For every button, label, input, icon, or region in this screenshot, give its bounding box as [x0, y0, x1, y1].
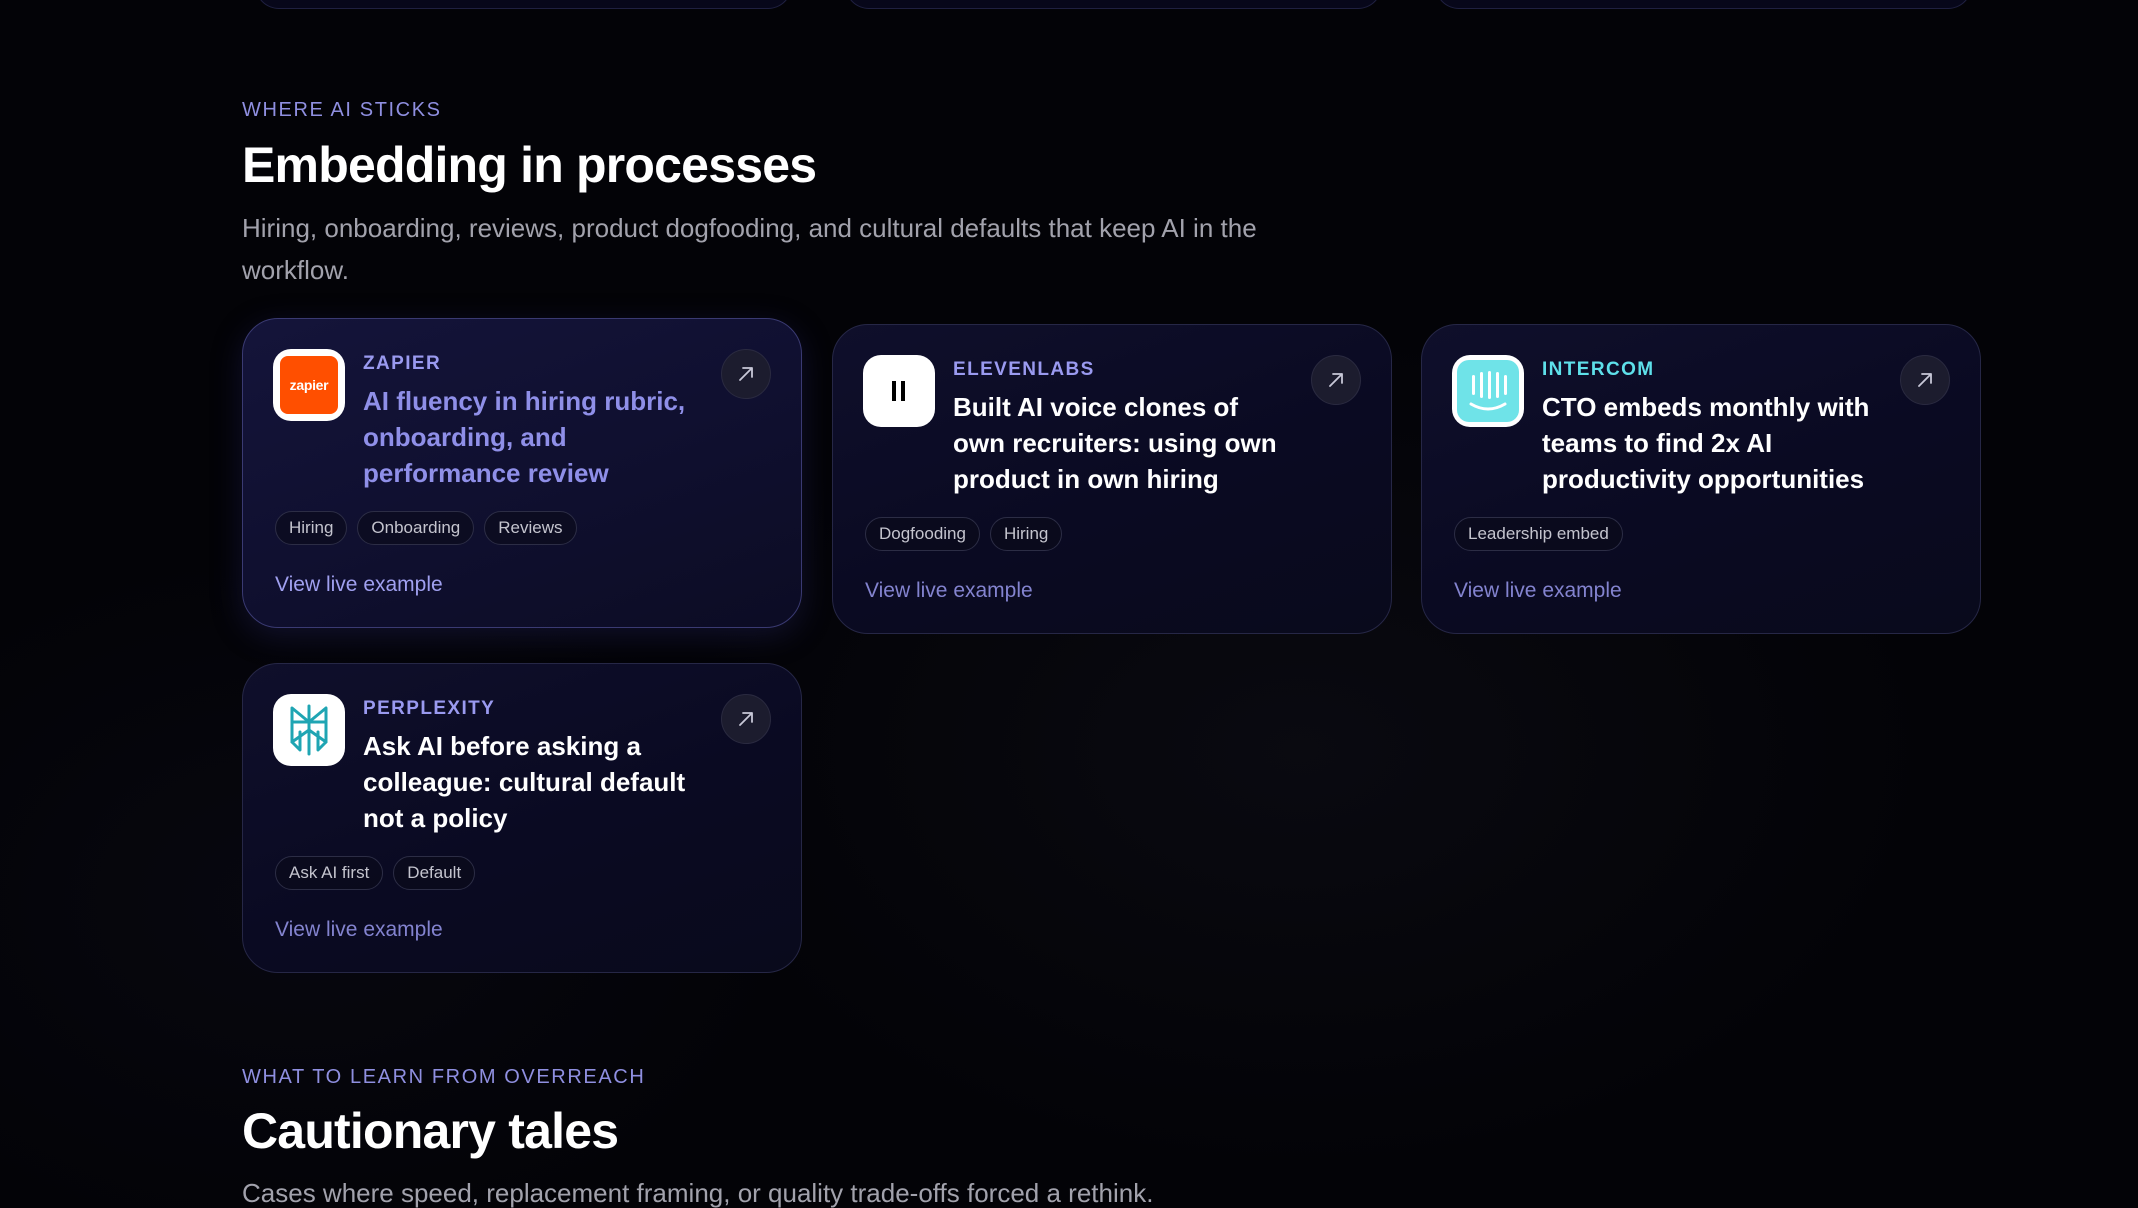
case-headline[interactable]: CTO embeds monthly with teams to find 2x…	[1542, 389, 1882, 497]
previous-card[interactable]	[255, 0, 792, 9]
view-live-example-link[interactable]: View live example	[275, 573, 443, 597]
view-live-example-link[interactable]: View live example	[1454, 579, 1622, 603]
zapier-logo-mark: zapier	[280, 356, 338, 414]
intercom-logo-mark	[1457, 360, 1519, 422]
company-name: ELEVENLABS	[953, 359, 1095, 380]
section-description: Hiring, onboarding, reviews, product dog…	[242, 213, 1257, 285]
previous-card[interactable]	[845, 0, 1382, 9]
tag: Onboarding	[357, 511, 475, 545]
tag: Leadership embed	[1454, 517, 1623, 551]
section-title: Cautionary tales	[242, 1103, 619, 1159]
open-arrow-button[interactable]	[1311, 355, 1361, 405]
open-arrow-button[interactable]	[721, 694, 771, 744]
tag: Default	[393, 856, 476, 890]
perplexity-logo	[273, 694, 345, 766]
tag: Ask AI first	[275, 856, 384, 890]
tag: Hiring	[989, 517, 1063, 551]
arrow-up-right-icon	[739, 367, 753, 381]
zapier-logo: zapier	[273, 349, 345, 421]
section-description: Cases where speed, replacement framing, …	[242, 1178, 1154, 1208]
case-headline[interactable]: Ask AI before asking a colleague: cultur…	[363, 728, 703, 836]
perplexity-logo-mark	[290, 704, 328, 756]
case-card-zapier[interactable]: zapier ZAPIER AI fluency in hiring rubri…	[242, 318, 802, 628]
case-card-intercom[interactable]: INTERCOM CTO embeds monthly with teams t…	[1421, 324, 1981, 634]
elevenlabs-logo-mark	[892, 381, 905, 401]
tag: Hiring	[275, 511, 348, 545]
case-headline[interactable]: Built AI voice clones of own recruiters:…	[953, 389, 1293, 497]
section-title: Embedding in processes	[242, 137, 817, 193]
company-name: INTERCOM	[1542, 359, 1655, 380]
section-eyebrow: WHAT TO LEARN FROM OVERREACH	[242, 1066, 646, 1088]
tag-list: Ask AI first Default	[275, 856, 476, 890]
previous-card[interactable]	[1435, 0, 1972, 9]
tag-list: Hiring Onboarding Reviews	[275, 511, 577, 545]
arrow-up-right-icon	[1918, 373, 1932, 387]
tag: Reviews	[484, 511, 577, 545]
view-live-example-link[interactable]: View live example	[865, 579, 1033, 603]
view-live-example-link[interactable]: View live example	[275, 918, 443, 942]
intercom-logo	[1452, 355, 1524, 427]
case-card-perplexity[interactable]: PERPLEXITY Ask AI before asking a collea…	[242, 663, 802, 973]
tag-list: Dogfooding Hiring	[865, 517, 1063, 551]
company-name: ZAPIER	[363, 353, 442, 374]
elevenlabs-logo	[863, 355, 935, 427]
case-headline[interactable]: AI fluency in hiring rubric, onboarding,…	[363, 383, 703, 491]
company-name: PERPLEXITY	[363, 698, 496, 719]
arrow-up-right-icon	[739, 712, 753, 726]
tag-list: Leadership embed	[1454, 517, 1623, 551]
section-eyebrow: WHERE AI STICKS	[242, 99, 442, 121]
open-arrow-button[interactable]	[721, 349, 771, 399]
page: WHERE AI STICKS Embedding in processes H…	[0, 0, 2138, 1208]
case-card-elevenlabs[interactable]: ELEVENLABS Built AI voice clones of own …	[832, 324, 1392, 634]
open-arrow-button[interactable]	[1900, 355, 1950, 405]
arrow-up-right-icon	[1329, 373, 1343, 387]
tag: Dogfooding	[865, 517, 980, 551]
